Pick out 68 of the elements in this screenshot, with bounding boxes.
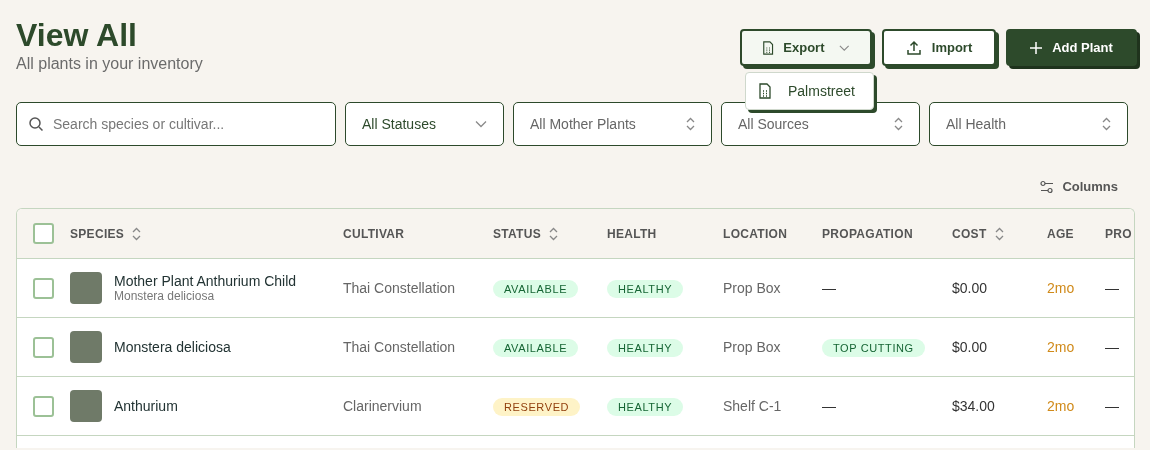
table-cell: 2mo: [1047, 339, 1075, 355]
column-header: LOCATION: [723, 226, 789, 241]
column-header[interactable]: COST: [952, 226, 1047, 241]
table-cell: Shelf C-1: [723, 398, 782, 414]
menu-item[interactable]: Palmstreet: [746, 77, 873, 105]
import-button[interactable]: Import: [882, 29, 996, 66]
column-header: CULTIVAR: [343, 226, 406, 241]
checkbox[interactable]: [33, 223, 54, 244]
species-name[interactable]: Mother Plant Anthurium Child: [114, 273, 297, 289]
search-field[interactable]: Search species or cultivar...: [16, 102, 336, 146]
sliders-icon: [1040, 179, 1055, 194]
table-cell: 2mo: [1047, 398, 1075, 414]
table-cell: 2mo: [1047, 280, 1075, 296]
status-badge: AVAILABLE: [493, 279, 579, 298]
table-cell: —: [822, 398, 836, 414]
propagation-badge: TOP CUTTING: [822, 338, 925, 357]
checkbox[interactable]: [33, 277, 54, 299]
table-cell: —: [1105, 398, 1119, 414]
species-subname: Monstera deliciosa: [114, 289, 216, 303]
sort-icon: [549, 226, 559, 241]
table-cell: Thai Constellation: [343, 280, 456, 296]
health-badge: HEALTHY: [607, 279, 684, 298]
photo-placeholder: [70, 272, 102, 304]
export-button[interactable]: Export: [740, 29, 872, 66]
chevron-down-icon: [475, 120, 487, 128]
health-badge: HEALTHY: [607, 338, 684, 357]
table-cell: Thai Constellation: [343, 339, 456, 355]
checkbox[interactable]: [33, 336, 54, 358]
filter-dropdown[interactable]: All Health: [929, 102, 1128, 146]
sort-icon: [132, 226, 142, 241]
up-down-chevron-icon: [894, 117, 903, 131]
table-cell: Clarinervium: [343, 398, 422, 414]
columns-button[interactable]: Columns: [1040, 179, 1118, 194]
sort-icon: [994, 226, 1004, 241]
column-header: HEALTH: [607, 226, 658, 241]
table-cell: $0.00: [952, 339, 988, 355]
checkbox[interactable]: [33, 395, 54, 417]
column-header: AGE: [1047, 226, 1075, 241]
status-badge: RESERVED: [493, 397, 581, 416]
page-title: View All: [16, 17, 138, 53]
chevron-down-icon: [839, 43, 850, 52]
filter-dropdown[interactable]: All Mother Plants: [513, 102, 712, 146]
page-subtitle: All plants in your inventory: [16, 55, 203, 73]
plus-icon: [1030, 41, 1043, 54]
table-cell: $34.00: [952, 398, 995, 414]
table-cell: —: [1105, 280, 1119, 296]
species-name[interactable]: Anthurium: [114, 398, 178, 414]
column-header: PROPAGATION: [822, 226, 914, 241]
add-button[interactable]: Add Plant: [1006, 29, 1137, 66]
photo-placeholder: [70, 390, 102, 422]
species-name[interactable]: Monstera deliciosa: [114, 339, 231, 355]
table-cell: Prop Box: [723, 339, 781, 355]
up-down-chevron-icon: [1102, 117, 1111, 131]
photo-placeholder: [70, 331, 102, 363]
column-header: PRO: [1105, 226, 1133, 241]
health-badge: HEALTHY: [607, 397, 684, 416]
up-down-chevron-icon: [686, 117, 695, 131]
spreadsheet-file-icon: [758, 83, 772, 99]
table-cell: —: [822, 280, 836, 296]
table-cell: Prop Box: [723, 280, 781, 296]
table-cell: $0.00: [952, 280, 988, 296]
spreadsheet-file-icon: [762, 39, 775, 56]
upload-icon: [905, 39, 922, 56]
column-header[interactable]: SPECIES: [70, 226, 343, 241]
status-dropdown[interactable]: All Statuses: [345, 102, 504, 146]
table-cell: —: [1105, 339, 1119, 355]
column-header[interactable]: STATUS: [493, 226, 607, 241]
status-badge: AVAILABLE: [493, 338, 579, 357]
